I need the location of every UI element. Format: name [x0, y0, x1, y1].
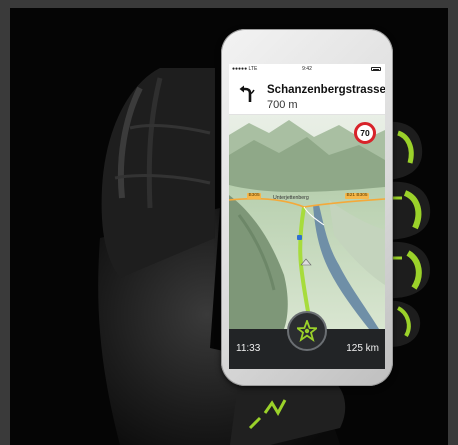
speed-limit-sign: 70: [354, 122, 376, 144]
street-name: Schanzenbergstrasse: [267, 84, 385, 96]
smartphone: ●●●●● LTE 9:42 Schanzenbergstrasse 700 m: [221, 29, 393, 386]
status-bar: ●●●●● LTE 9:42: [229, 64, 385, 74]
turn-left-arrow-icon: [239, 85, 255, 102]
current-time: 11:33: [236, 343, 261, 354]
terrain-map: [229, 115, 385, 329]
road-label-left: B305: [247, 193, 262, 199]
status-time: 9:42: [302, 66, 312, 72]
town-label: Unterjettenberg: [273, 195, 309, 201]
battery-icon: [371, 67, 381, 71]
photo-frame: ●●●●● LTE 9:42 Schanzenbergstrasse 700 m: [10, 8, 448, 445]
road-label-right: B21 B305: [345, 193, 370, 199]
star-navigation-icon: [297, 320, 317, 342]
remaining-distance: 125 km: [346, 343, 379, 354]
phone-screen: ●●●●● LTE 9:42 Schanzenbergstrasse 700 m: [229, 64, 385, 369]
map-view[interactable]: 70 B305 Unterjettenberg B21 B305: [229, 115, 385, 329]
turn-distance: 700 m: [267, 99, 298, 111]
menu-button[interactable]: [287, 311, 327, 351]
page-indicator: [229, 361, 385, 365]
photo-scene: ●●●●● LTE 9:42 Schanzenbergstrasse 700 m: [0, 0, 458, 445]
navigation-instruction-panel[interactable]: Schanzenbergstrasse 700 m: [229, 74, 385, 115]
bottom-status-bar: 11:33 125 km: [229, 311, 385, 369]
